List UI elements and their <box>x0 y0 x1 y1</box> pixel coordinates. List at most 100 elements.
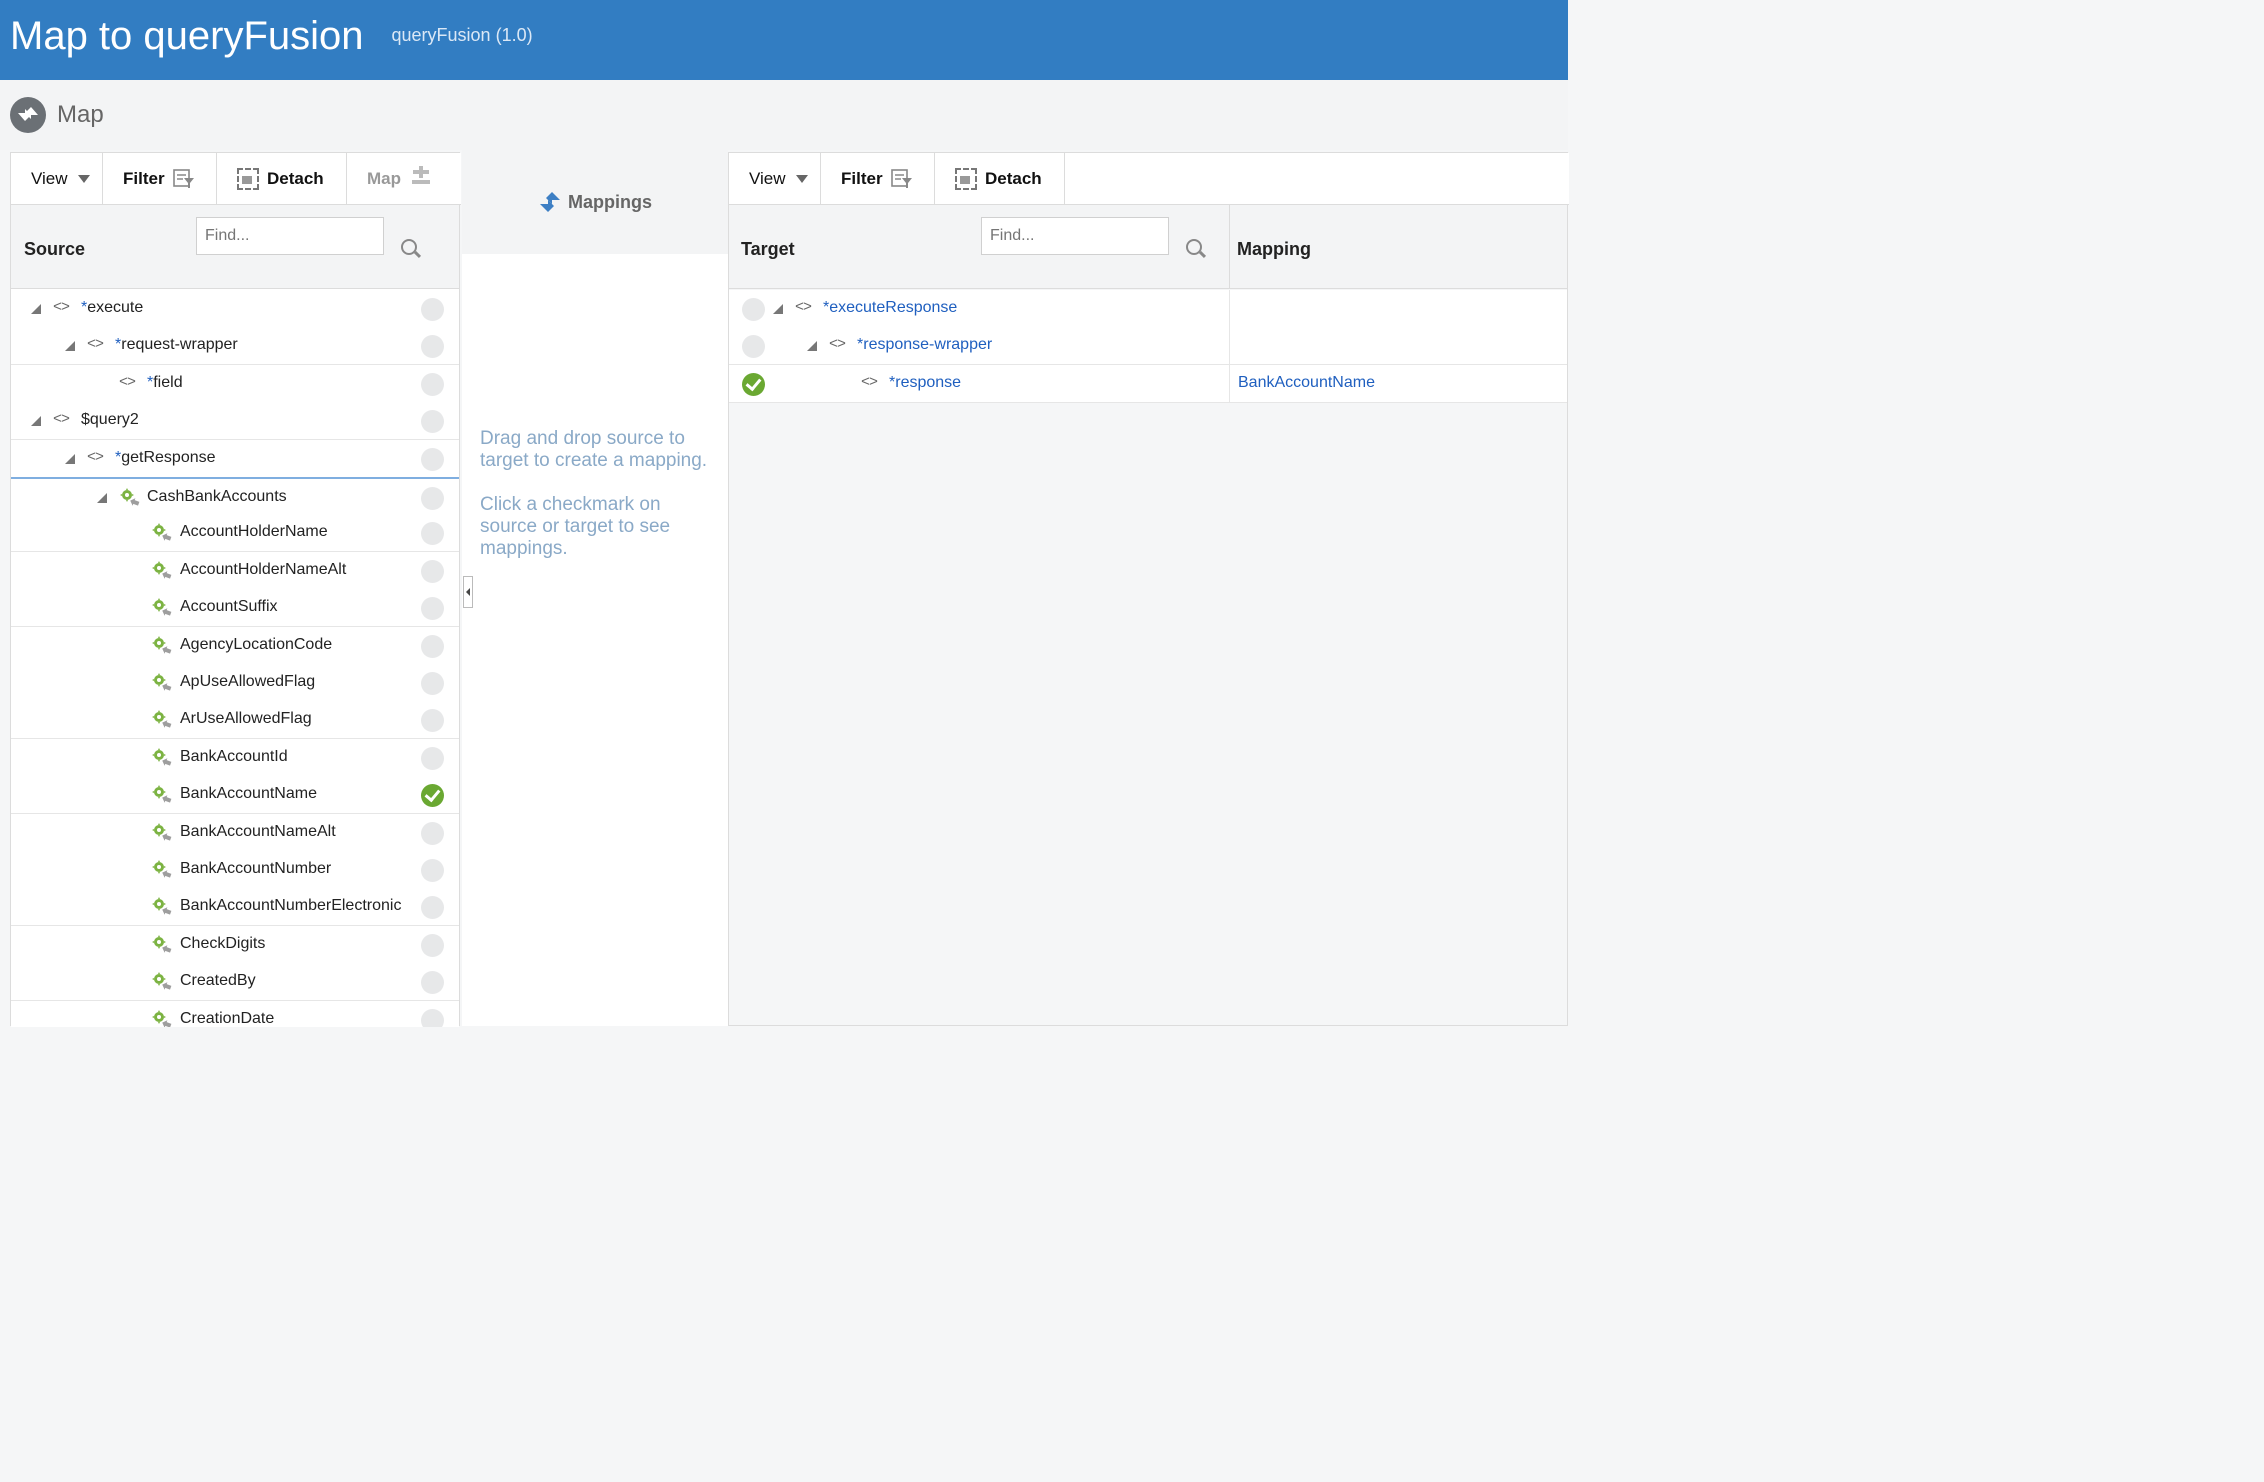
source-tree-row[interactable]: AccountHolderNameAlt <box>11 551 459 590</box>
source-find-input[interactable] <box>196 217 384 255</box>
status-dot-icon[interactable] <box>421 709 444 733</box>
status-dot-icon[interactable] <box>421 559 444 583</box>
target-tree-row[interactable]: <> *executeResponse <box>729 290 1567 328</box>
source-node-label: *getResponse <box>115 448 216 466</box>
attribute-gear-icon <box>151 896 173 918</box>
filter-icon <box>172 169 195 189</box>
element-tag-icon: <> <box>829 336 846 354</box>
attribute-gear-icon <box>151 784 173 806</box>
expand-triangle-icon[interactable] <box>31 304 41 314</box>
status-dot-icon[interactable] <box>421 447 444 471</box>
status-dot-icon[interactable] <box>421 487 444 510</box>
status-dot-icon[interactable] <box>421 821 444 845</box>
page-title: Map to queryFusion <box>10 13 364 58</box>
status-dot-icon[interactable] <box>742 335 765 359</box>
status-dot-icon[interactable] <box>421 896 444 920</box>
source-tree-row[interactable]: CreationDate <box>11 1000 459 1027</box>
source-node-label: *field <box>147 373 183 391</box>
status-dot-icon[interactable] <box>421 634 444 658</box>
mapping-cell[interactable]: BankAccountName <box>1229 364 1569 403</box>
target-tree-row[interactable]: <> *response BankAccountName <box>729 364 1569 403</box>
status-dot-icon[interactable] <box>421 335 444 359</box>
mappings-header: Mappings <box>462 150 728 254</box>
attribute-gear-icon <box>151 747 173 769</box>
source-detach-button[interactable]: Detach <box>217 153 347 205</box>
expand-triangle-icon[interactable] <box>773 304 783 314</box>
target-find-input[interactable] <box>981 217 1169 255</box>
source-node-label: ArUseAllowedFlag <box>180 710 312 728</box>
source-tree-row[interactable]: <> *field <box>11 364 459 403</box>
search-icon[interactable] <box>401 239 417 255</box>
element-tag-icon: <> <box>795 299 812 316</box>
source-heading: Source <box>24 239 86 259</box>
target-filter-button[interactable]: Filter <box>821 153 935 205</box>
source-tree-row[interactable]: AccountHolderName <box>11 514 459 553</box>
source-map-button[interactable]: Map <box>347 153 461 205</box>
status-dot-icon[interactable] <box>421 971 444 995</box>
status-dot-icon[interactable] <box>421 410 444 434</box>
target-tree-row[interactable]: <> *response-wrapper <box>729 327 1569 366</box>
status-dot-icon[interactable] <box>421 298 444 321</box>
source-tree-row[interactable]: BankAccountNumber <box>11 851 459 889</box>
source-tree-row[interactable]: BankAccountName <box>11 776 459 815</box>
source-tree-row[interactable]: BankAccountNumberElectronic <box>11 888 459 927</box>
chevron-down-icon <box>795 175 808 183</box>
source-tree-row[interactable]: ArUseAllowedFlag <box>11 701 459 740</box>
source-tree-row[interactable]: ApUseAllowedFlag <box>11 664 459 702</box>
source-node-label: AgencyLocationCode <box>180 635 333 653</box>
status-dot-icon[interactable] <box>421 933 444 957</box>
expand-triangle-icon[interactable] <box>31 416 41 427</box>
status-dot-icon[interactable] <box>421 1008 444 1027</box>
source-toolbar: View Filter Detach Map <box>11 153 461 205</box>
map-button-label: Map <box>367 169 401 188</box>
mapped-check-icon[interactable] <box>742 372 765 396</box>
source-filter-button[interactable]: Filter <box>103 153 217 205</box>
source-tree-row[interactable]: AgencyLocationCode <box>11 626 459 665</box>
filter-icon <box>890 169 913 189</box>
mapped-check-icon[interactable] <box>421 784 444 808</box>
status-dot-icon[interactable] <box>421 597 444 621</box>
mapping-cell[interactable] <box>1229 327 1569 366</box>
source-tree-row[interactable]: AccountSuffix <box>11 589 459 628</box>
source-tree-row[interactable]: BankAccountId <box>11 738 459 777</box>
attribute-gear-icon <box>151 522 173 544</box>
status-dot-icon[interactable] <box>421 672 444 695</box>
status-dot-icon[interactable] <box>421 522 444 546</box>
status-dot-icon[interactable] <box>421 859 444 882</box>
map-arrows-icon <box>10 97 46 133</box>
status-dot-icon[interactable] <box>421 746 444 770</box>
source-node-label: BankAccountNumber <box>180 860 332 877</box>
mapping-cell[interactable] <box>1229 290 1569 328</box>
search-icon[interactable] <box>1186 239 1202 255</box>
attribute-gear-icon <box>151 1009 173 1027</box>
target-panel: View Filter Detach Target Mapping <> *exe… <box>728 152 1569 1026</box>
target-view-menu[interactable]: View <box>729 153 821 205</box>
source-view-menu[interactable]: View <box>11 153 103 205</box>
expand-triangle-icon[interactable] <box>807 341 817 352</box>
mapping-heading: Mapping <box>1237 239 1311 259</box>
source-tree-row[interactable]: <> $query2 <box>11 402 459 441</box>
expand-triangle-icon[interactable] <box>65 341 75 352</box>
expand-triangle-icon[interactable] <box>97 493 107 503</box>
source-tree-row[interactable]: <> *request-wrapper <box>11 327 459 366</box>
source-tree-row[interactable]: CheckDigits <box>11 925 459 964</box>
expand-triangle-icon[interactable] <box>65 453 75 464</box>
status-dot-icon[interactable] <box>742 298 765 321</box>
source-tree-row[interactable]: CreatedBy <box>11 963 459 1002</box>
source-tree-row[interactable]: CashBankAccounts <box>11 477 459 515</box>
source-column-header: Source <box>11 205 459 289</box>
target-node-label: *response <box>889 373 962 391</box>
status-dot-icon[interactable] <box>421 372 444 396</box>
collapse-panel-handle[interactable] <box>463 576 473 608</box>
source-tree-row[interactable]: BankAccountNameAlt <box>11 813 459 852</box>
attribute-gear-icon <box>151 709 173 731</box>
mappings-heading: Mappings <box>568 191 652 212</box>
source-node-label: AccountSuffix <box>180 598 278 616</box>
source-node-label: BankAccountNumberElectronic <box>180 897 402 915</box>
source-tree-row[interactable]: <> *getResponse <box>11 439 459 478</box>
target-detach-button[interactable]: Detach <box>935 153 1065 205</box>
source-node-label: CreatedBy <box>180 972 256 990</box>
source-tree-row[interactable]: <> *execute <box>11 290 459 328</box>
attribute-gear-icon <box>119 487 141 509</box>
source-node-label: $query2 <box>81 411 139 429</box>
